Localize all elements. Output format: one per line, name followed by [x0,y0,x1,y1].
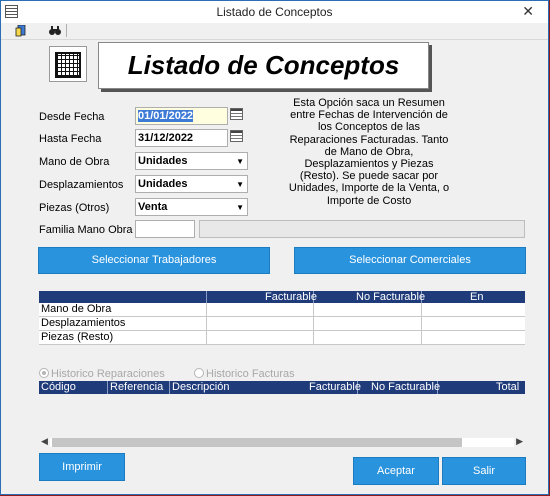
column-header: Facturable [309,381,361,393]
table-row[interactable]: Mano de Obra [39,303,525,317]
row-label: Piezas (Resto) [41,331,114,343]
chevron-down-icon: ▼ [236,157,244,166]
imprimir-button[interactable]: Imprimir [39,453,125,481]
seleccionar-trabajadores-button[interactable]: Seleccionar Trabajadores [38,247,270,274]
calendar-icon[interactable] [230,108,243,120]
mano-obra-label: Mano de Obra [39,156,110,168]
desde-fecha-input[interactable]: 01/01/2022 [135,107,228,125]
mano-obra-select[interactable]: Unidades ▼ [135,152,248,170]
horizontal-scrollbar[interactable]: ◀ ▶ [39,436,525,448]
row-label: Desplazamientos [41,317,126,329]
summary-table-header: Facturable No Facturable En Garantia [39,291,525,315]
row-label: Mano de Obra [41,303,112,315]
description-text: Esta Opción saca un Resumen entre Fechas… [288,97,450,207]
desplazamientos-select[interactable]: Unidades ▼ [135,175,248,193]
banner-title: Listado de Conceptos [127,50,400,80]
desde-fecha-label: Desde Fecha [39,111,105,123]
desplazamientos-label: Desplazamientos [39,179,124,191]
close-icon[interactable]: ✕ [522,3,534,20]
radio-dot [39,368,49,378]
column-header: Descripción [172,381,230,393]
desde-fecha-value: 01/01/2022 [138,110,194,122]
scroll-left-icon[interactable]: ◀ [41,436,48,447]
radio-dot [194,368,204,378]
column-header: Referencia [110,381,164,393]
banner: Listado de Conceptos [98,42,429,89]
report-icon[interactable] [11,23,31,38]
radio-label: Historico Reparaciones [51,368,165,380]
column-header: No Facturable [371,381,441,393]
column-header: Total [496,381,520,393]
grid-icon [55,52,81,78]
salir-button[interactable]: Salir [442,457,526,485]
familia-label: Familia Mano Obra [39,224,133,236]
main-window: Listado de Conceptos ✕ Listado de Concep… [0,0,549,495]
historico-reparaciones-radio[interactable]: Historico Reparaciones [39,368,165,380]
hasta-fecha-value: 31/12/2022 [138,132,194,144]
desplazamientos-value: Unidades [138,178,188,190]
table-row[interactable]: Desplazamientos [39,317,525,331]
piezas-value: Venta [138,201,168,213]
table-row[interactable]: Piezas (Resto) [39,331,525,345]
hasta-fecha-input[interactable]: 31/12/2022 [135,129,228,147]
mano-obra-value: Unidades [138,155,188,167]
chevron-down-icon: ▼ [236,180,244,189]
piezas-select[interactable]: Venta ▼ [135,198,248,216]
title-bar: Listado de Conceptos ✕ [1,1,548,23]
detail-table-header: Código Referencia Descripción Facturable… [39,381,525,394]
column-header: Código [41,381,76,393]
scroll-thumb[interactable] [52,438,462,447]
summary-table: Facturable No Facturable En Garantia Man… [39,291,525,351]
window-title: Listado de Conceptos [216,5,333,19]
piezas-label: Piezas (Otros) [39,202,110,214]
column-header: Facturable [265,291,317,303]
toolbar [1,23,548,40]
scroll-right-icon[interactable]: ▶ [516,436,523,447]
historico-facturas-radio[interactable]: Historico Facturas [194,368,295,380]
binoculars-icon[interactable] [45,23,65,38]
calendar-icon[interactable] [230,130,243,142]
column-header: No Facturable [356,291,426,303]
familia-input[interactable] [135,220,195,238]
chevron-down-icon: ▼ [236,203,244,212]
toolbar-separator [66,24,67,37]
hasta-fecha-label: Hasta Fecha [39,133,102,145]
radio-label: Historico Facturas [206,368,295,380]
report-logo [49,46,87,82]
seleccionar-comerciales-button[interactable]: Seleccionar Comerciales [294,247,526,274]
familia-description [199,220,525,238]
aceptar-button[interactable]: Aceptar [353,457,439,485]
